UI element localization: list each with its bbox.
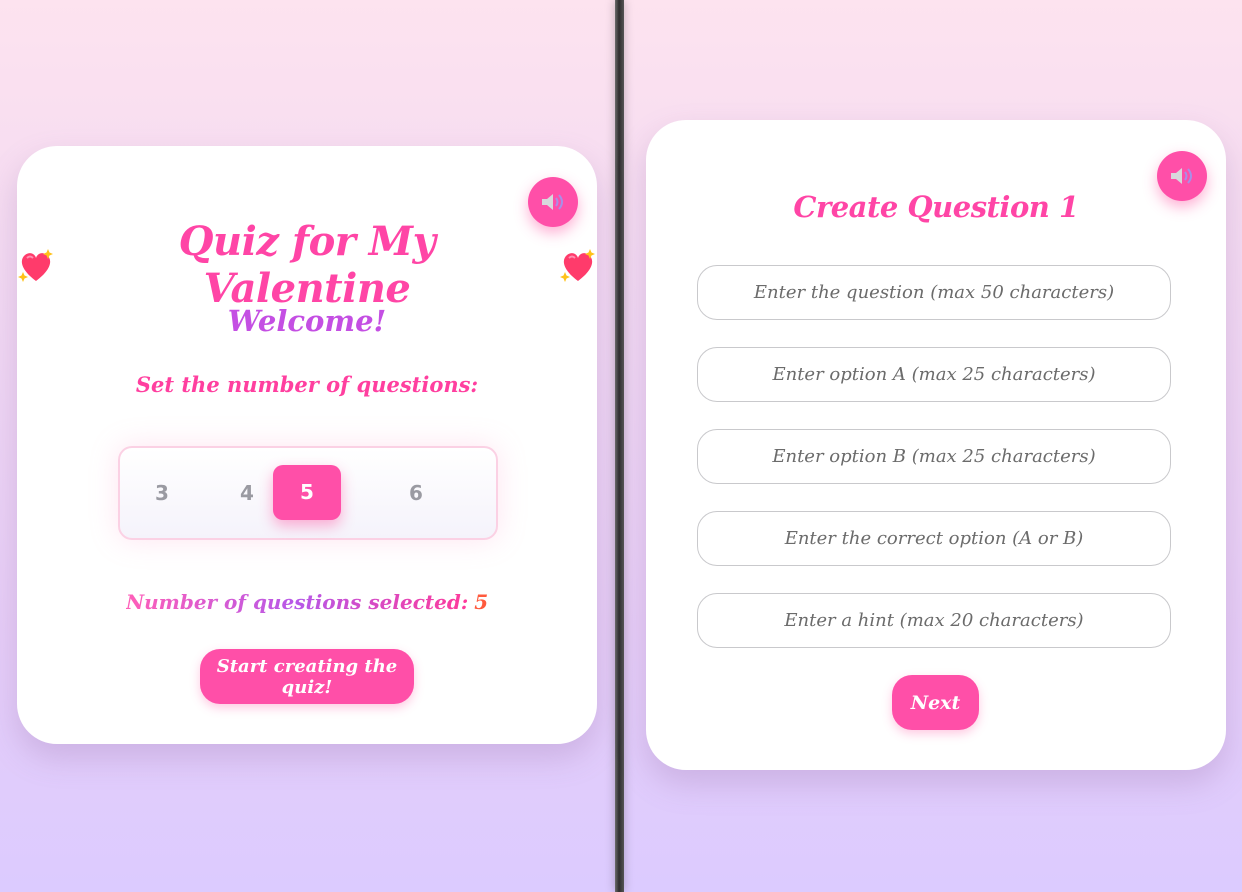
option-6[interactable]: 6: [396, 448, 436, 538]
next-button[interactable]: Next: [892, 675, 979, 730]
selected-count-label: Number of questions selected:: [125, 590, 469, 614]
sparkling-heart-icon: [17, 247, 55, 283]
speaker-icon: [542, 194, 563, 210]
hint-input[interactable]: [697, 593, 1171, 648]
page-title: Quiz for My Valentine: [178, 218, 436, 312]
option-4[interactable]: 4: [227, 448, 267, 538]
option-5-selected[interactable]: 5: [273, 465, 341, 520]
selected-count-line: Number of questions selected: 5: [17, 590, 597, 614]
option-a-input[interactable]: [697, 347, 1171, 402]
welcome-heading: Welcome!: [227, 304, 387, 338]
option-3[interactable]: 3: [142, 448, 182, 538]
speaker-icon: [1171, 168, 1192, 184]
correct-option-input[interactable]: [697, 511, 1171, 566]
selected-count-value: 5: [474, 590, 489, 614]
create-question-card: Create Question 1 Next: [646, 120, 1226, 770]
start-quiz-button[interactable]: Start creating the quiz!: [200, 649, 414, 704]
create-question-title: Create Question 1: [793, 190, 1079, 224]
question-count-selector: 3 4 5 6: [118, 446, 498, 540]
question-count-label: Set the number of questions:: [135, 372, 479, 397]
question-input[interactable]: [697, 265, 1171, 320]
page-title-row: Quiz for My Valentine: [17, 218, 597, 312]
quiz-setup-card: Quiz for My Valentine Welcome! Set the n…: [17, 146, 597, 744]
split-divider: [615, 0, 624, 892]
option-b-input[interactable]: [697, 429, 1171, 484]
sparkling-heart-icon: [559, 247, 597, 283]
